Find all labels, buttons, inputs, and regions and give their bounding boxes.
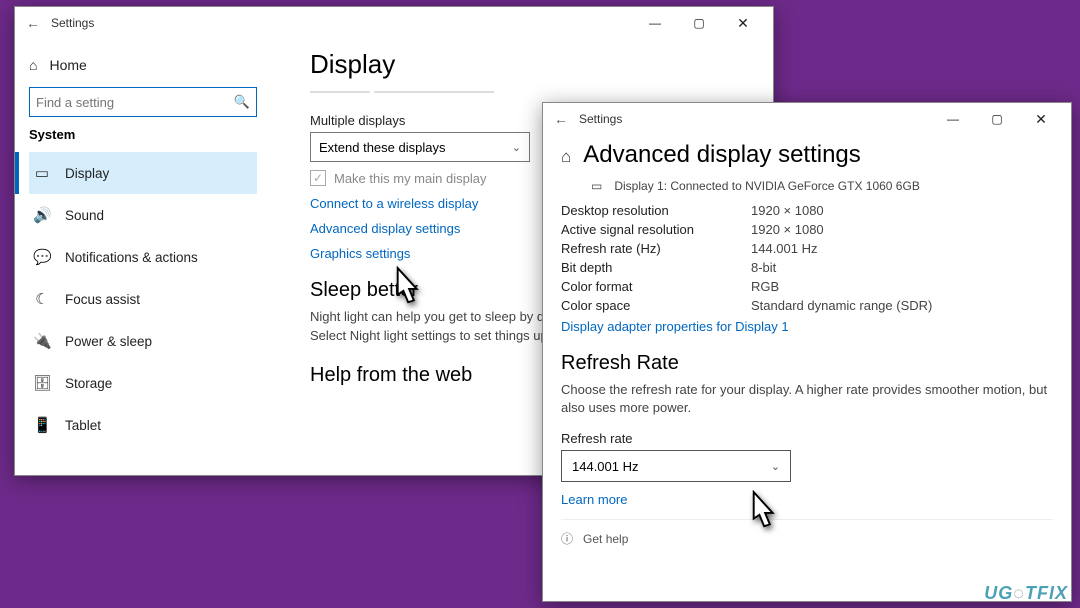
- refresh-rate-heading: Refresh Rate: [561, 352, 1053, 375]
- link-learn-more[interactable]: Learn more: [561, 492, 1053, 507]
- sidebar-item-notifications[interactable]: 💬 Notifications & actions: [29, 236, 257, 278]
- kv-key: Refresh rate (Hz): [561, 241, 751, 256]
- titlebar[interactable]: ← Settings — ▢ ✕: [543, 103, 1071, 135]
- chevron-down-icon: ⌄: [512, 141, 521, 154]
- tablet-icon: 📱: [33, 416, 51, 434]
- connected-text: Display 1: Connected to NVIDIA GeForce G…: [614, 179, 919, 193]
- kv-value: 8-bit: [751, 260, 776, 275]
- chevron-down-icon: ⌄: [771, 460, 780, 473]
- settings-window-advanced-display: ← Settings — ▢ ✕ ⌂ Advanced display sett…: [542, 102, 1072, 602]
- refresh-rate-select[interactable]: 144.001 Hz ⌄: [561, 450, 791, 482]
- sidebar-nav: ▭ Display 🔊 Sound 💬 Notifications & actions…: [29, 152, 257, 446]
- kv-key: Color format: [561, 279, 751, 294]
- close-button[interactable]: ✕: [721, 9, 765, 37]
- back-icon[interactable]: ←: [23, 15, 43, 31]
- maximize-button[interactable]: ▢: [677, 9, 721, 37]
- kv-key: Desktop resolution: [561, 203, 751, 218]
- checkbox-label: Make this my main display: [334, 171, 486, 186]
- kv-value: 1920 × 1080: [751, 222, 824, 237]
- page-title: Advanced display settings: [583, 141, 861, 169]
- sidebar-item-focus-assist[interactable]: ☾ Focus assist: [29, 278, 257, 320]
- sidebar-item-label: Tablet: [65, 418, 101, 433]
- sidebar-item-label: Power & sleep: [65, 334, 152, 349]
- get-help-bar[interactable]: ⓘ Get help: [561, 519, 1053, 557]
- kv-value: 1920 × 1080: [751, 203, 824, 218]
- sound-icon: 🔊: [33, 206, 51, 224]
- minimize-button[interactable]: —: [633, 9, 677, 37]
- display-icon: ▭: [33, 164, 51, 182]
- select-value: Extend these displays: [319, 140, 445, 155]
- home-label: Home: [49, 57, 86, 73]
- power-icon: 🔌: [33, 332, 51, 350]
- get-help-label: Get help: [583, 532, 628, 546]
- window-controls: — ▢ ✕: [633, 9, 765, 37]
- checkbox-icon[interactable]: ✓: [310, 170, 326, 186]
- search-field[interactable]: [36, 95, 234, 110]
- kv-key: Color space: [561, 298, 751, 313]
- sidebar-item-label: Storage: [65, 376, 112, 391]
- sidebar-item-display[interactable]: ▭ Display: [29, 152, 257, 194]
- back-icon[interactable]: ←: [551, 111, 571, 127]
- kv-value: RGB: [751, 279, 779, 294]
- home-icon: ⌂: [29, 57, 37, 73]
- cutoff-text: ———— ————————: [310, 84, 753, 99]
- kv-value: 144.001 Hz: [751, 241, 818, 256]
- sidebar-item-tablet[interactable]: 📱 Tablet: [29, 404, 257, 446]
- search-input[interactable]: 🔍: [29, 87, 257, 117]
- sidebar-item-label: Display: [65, 166, 109, 181]
- storage-icon: 🗄: [33, 374, 51, 392]
- window-title: Settings: [579, 112, 931, 126]
- section-label: System: [29, 127, 257, 142]
- sidebar: ⌂ Home 🔍 System ▭ Display 🔊 Sound 💬 Notific…: [15, 41, 265, 475]
- sidebar-item-label: Sound: [65, 208, 104, 223]
- refresh-rate-desc: Choose the refresh rate for your display…: [561, 381, 1053, 417]
- window-title: Settings: [51, 16, 633, 30]
- minimize-button[interactable]: —: [931, 105, 975, 133]
- select-value: 144.001 Hz: [572, 459, 639, 474]
- home-icon[interactable]: ⌂: [561, 147, 571, 167]
- monitor-icon: ▭: [591, 179, 602, 193]
- advanced-panel: ⌂ Advanced display settings ▭ Display 1:…: [543, 135, 1071, 567]
- kv-value: Standard dynamic range (SDR): [751, 298, 932, 313]
- sidebar-item-storage[interactable]: 🗄 Storage: [29, 362, 257, 404]
- watermark: UG◌TFIX: [984, 583, 1068, 604]
- home-button[interactable]: ⌂ Home: [29, 49, 257, 81]
- kv-key: Bit depth: [561, 260, 751, 275]
- refresh-rate-label: Refresh rate: [561, 431, 1053, 446]
- multi-displays-select[interactable]: Extend these displays ⌄: [310, 132, 530, 162]
- search-icon: 🔍: [234, 94, 250, 110]
- maximize-button[interactable]: ▢: [975, 105, 1019, 133]
- sidebar-item-power[interactable]: 🔌 Power & sleep: [29, 320, 257, 362]
- page-title: Display: [310, 49, 753, 80]
- window-controls: — ▢ ✕: [931, 105, 1063, 133]
- focus-icon: ☾: [33, 290, 51, 308]
- notifications-icon: 💬: [33, 248, 51, 266]
- sidebar-item-label: Focus assist: [65, 292, 140, 307]
- titlebar[interactable]: ← Settings — ▢ ✕: [15, 7, 773, 39]
- sidebar-item-label: Notifications & actions: [65, 250, 198, 265]
- kv-key: Active signal resolution: [561, 222, 751, 237]
- sidebar-item-sound[interactable]: 🔊 Sound: [29, 194, 257, 236]
- help-icon: ⓘ: [561, 530, 573, 547]
- close-button[interactable]: ✕: [1019, 105, 1063, 133]
- link-adapter-properties[interactable]: Display adapter properties for Display 1: [561, 319, 1053, 334]
